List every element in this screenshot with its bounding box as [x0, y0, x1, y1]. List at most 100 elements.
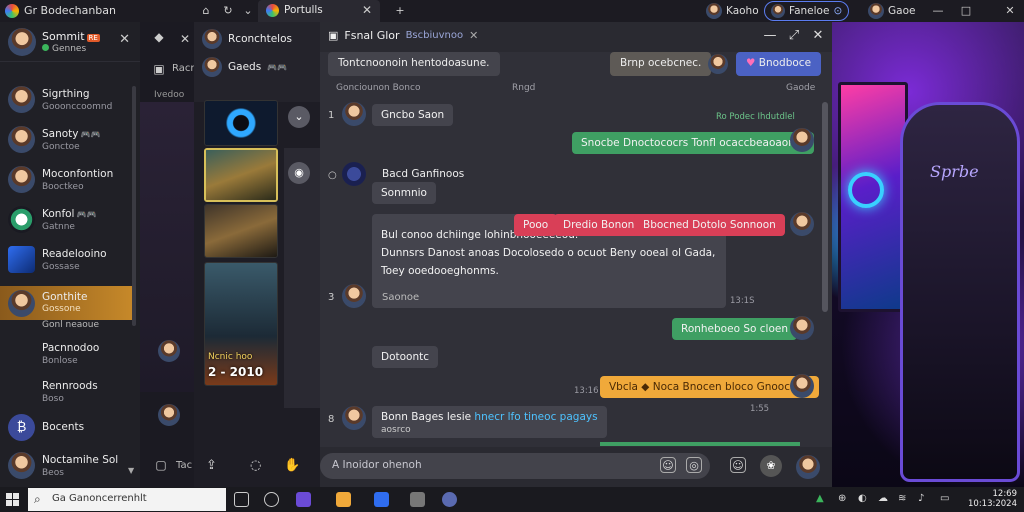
top-user-kaoho[interactable]: Kaoho [700, 1, 765, 21]
contact-subtitle: Gatnne [42, 222, 75, 232]
chat-bubble-icon[interactable]: ◌ [250, 458, 261, 473]
top-user-gaoe[interactable]: Gaoe [862, 1, 921, 21]
expand-icon[interactable]: ⤢ [786, 28, 802, 43]
message-time: 1:55 [750, 404, 770, 414]
gallery-user[interactable]: Rconchtelos [202, 28, 320, 50]
wifi-icon[interactable]: ≋ [898, 493, 906, 504]
message-input[interactable]: A Inoidor ohenoh [320, 453, 710, 479]
message-bubble: Ronheboeo So cloen [672, 318, 797, 340]
speaker-icon[interactable]: ♪ [918, 493, 924, 504]
message-bubble: Dotoontc [372, 346, 439, 368]
wallpaper-chair-text: Sprbe [930, 162, 979, 181]
close-icon[interactable]: ✕ [469, 29, 478, 42]
message-index: 1 [328, 110, 335, 121]
chat-scrollbar[interactable] [822, 102, 828, 312]
chevron-down-icon[interactable]: ⌄ [240, 3, 256, 19]
window-icon[interactable]: ▢ [152, 456, 170, 474]
close-icon[interactable]: ✕ [1002, 3, 1018, 19]
share-icon[interactable]: ⇪ [206, 458, 217, 473]
close-icon[interactable]: ✕ [119, 32, 130, 47]
top-user-name: Faneloe [789, 5, 830, 17]
contact-item[interactable]: ₿ Bocents [0, 408, 136, 448]
avatar [342, 162, 366, 186]
contact-item[interactable]: Sigrthing Gooonccoomnd [0, 80, 136, 120]
scroll-down-icon[interactable]: ▼ [128, 466, 134, 475]
view-icon[interactable]: ◉ [288, 162, 310, 184]
chat-icon[interactable] [264, 492, 279, 507]
contact-item[interactable]: Pacnnodoo Bonlose [0, 334, 136, 374]
home-icon[interactable]: ⌂ [198, 3, 214, 19]
puzzle-icon[interactable]: ◆ [150, 28, 168, 46]
sticker-icon[interactable]: ☺ [730, 457, 746, 473]
emoji-icon[interactable]: ☺ [660, 457, 676, 473]
taskbar: ⌕ Ga Ganoncerrenhlt ▲ ⊕ ◐ ☁ ≋ ♪ ▭ 12:69 … [0, 487, 1024, 512]
reaction-tag[interactable]: Pooo [514, 214, 558, 236]
refresh-icon[interactable]: ↻ [220, 3, 236, 19]
app-icon[interactable] [336, 492, 351, 507]
image-gallery: Rconchtelos Gaeds 🎮🎮 Ncnic hoo 2 - 2010 … [194, 22, 320, 487]
avatar [8, 246, 35, 273]
contact-item[interactable]: Moconfontion Booctkeo [0, 160, 136, 200]
contact-name: Moconfontion [42, 168, 114, 180]
gallery-thumbnail-selected[interactable] [204, 148, 278, 202]
pinned-message[interactable]: Tontcnoonoin hentodoasune. [328, 52, 500, 76]
minimize-icon[interactable]: — [762, 28, 778, 43]
contact-item[interactable]: Rennroods Boso [0, 372, 136, 412]
gallery-user[interactable]: Gaeds 🎮🎮 [202, 56, 320, 78]
avatar [790, 128, 814, 152]
pill-button[interactable]: Brnp ocebcnec. [610, 52, 712, 76]
minimize-icon[interactable]: — [930, 3, 946, 19]
contact-item[interactable]: Konfol 🎮🎮 Gatnne [0, 200, 136, 240]
chat-subtitle[interactable]: Bscbiuvnoo [406, 30, 464, 41]
online-status-icon [42, 44, 49, 51]
contact-item[interactable]: Readelooino Gossase [0, 240, 136, 280]
reaction-tag[interactable]: Dredio Bonon [554, 214, 644, 236]
current-user[interactable]: Sommit RE Gennes ✕ [0, 22, 140, 62]
avatar [8, 290, 35, 317]
gallery-thumbnail[interactable] [204, 204, 278, 258]
sidebar-scrollbar[interactable] [132, 86, 136, 326]
avatar[interactable] [796, 455, 820, 479]
contact-item[interactable]: Noctamihe Sol Beos [0, 446, 136, 486]
message-link[interactable]: hnecr lfo tineoc pagays [474, 411, 597, 423]
gif-icon[interactable]: ◎ [686, 457, 702, 473]
app-icon[interactable] [410, 492, 425, 507]
contact-name: Sanoty [42, 128, 79, 140]
app-icon[interactable] [442, 492, 457, 507]
message-bubble: Vbcla ◆ Noca Bnocen bloco Gnoocoen [600, 376, 819, 398]
close-icon[interactable]: ✕ [810, 28, 826, 43]
taskbar-search[interactable]: ⌕ Ga Ganoncerrenhlt [28, 488, 226, 511]
settings-icon[interactable]: ⊙ [833, 5, 842, 17]
reaction-tag[interactable]: Bbocned Dotolo Sonnoon [634, 214, 785, 236]
volume-icon[interactable]: ◐ [858, 493, 867, 504]
tab-close-icon[interactable]: ✕ [362, 3, 372, 17]
gift-icon[interactable]: ❀ [760, 455, 782, 477]
task-view-icon[interactable] [234, 492, 249, 507]
avatar [342, 102, 366, 126]
windows-start-icon[interactable] [6, 493, 19, 506]
new-tab-button[interactable]: + [392, 3, 408, 19]
top-user-name: Kaoho [726, 5, 759, 17]
chevron-icon[interactable]: ⌄ [288, 106, 310, 128]
hand-icon[interactable]: ✋ [284, 458, 300, 473]
message-meta: Ro Podec Ihdutdlel [716, 112, 795, 122]
pill-heart-button[interactable]: ♥ Bnodboce [736, 52, 822, 76]
contact-item[interactable]: Sanoty 🎮🎮 Gonctoe [0, 120, 136, 160]
contact-item-active[interactable]: Gonthite Gossone [0, 286, 136, 320]
maximize-icon[interactable]: □ [958, 3, 974, 19]
notification-icon[interactable]: ▲ [816, 493, 824, 504]
window-icon[interactable]: ▣ [150, 60, 168, 78]
taskbar-clock[interactable]: 12:69 10:13:2024 [968, 489, 1017, 509]
top-user-faneloe[interactable]: Faneloe ⊙ [764, 1, 850, 21]
app-icon[interactable] [374, 492, 389, 507]
gallery-thumbnail[interactable] [204, 100, 278, 146]
battery-icon[interactable]: ▭ [940, 493, 949, 504]
close-icon[interactable]: ✕ [176, 30, 194, 48]
mid-label-mid: Ivedoo [154, 90, 185, 100]
network-icon[interactable]: ⊕ [838, 493, 846, 504]
cloud-icon[interactable]: ☁ [878, 493, 888, 504]
tab-portulls[interactable]: Portulls ✕ [258, 0, 380, 22]
mid-label-bottom: Tac [176, 460, 193, 471]
game-emoji-icon: 🎮🎮 [80, 130, 101, 139]
app-icon[interactable] [296, 492, 311, 507]
